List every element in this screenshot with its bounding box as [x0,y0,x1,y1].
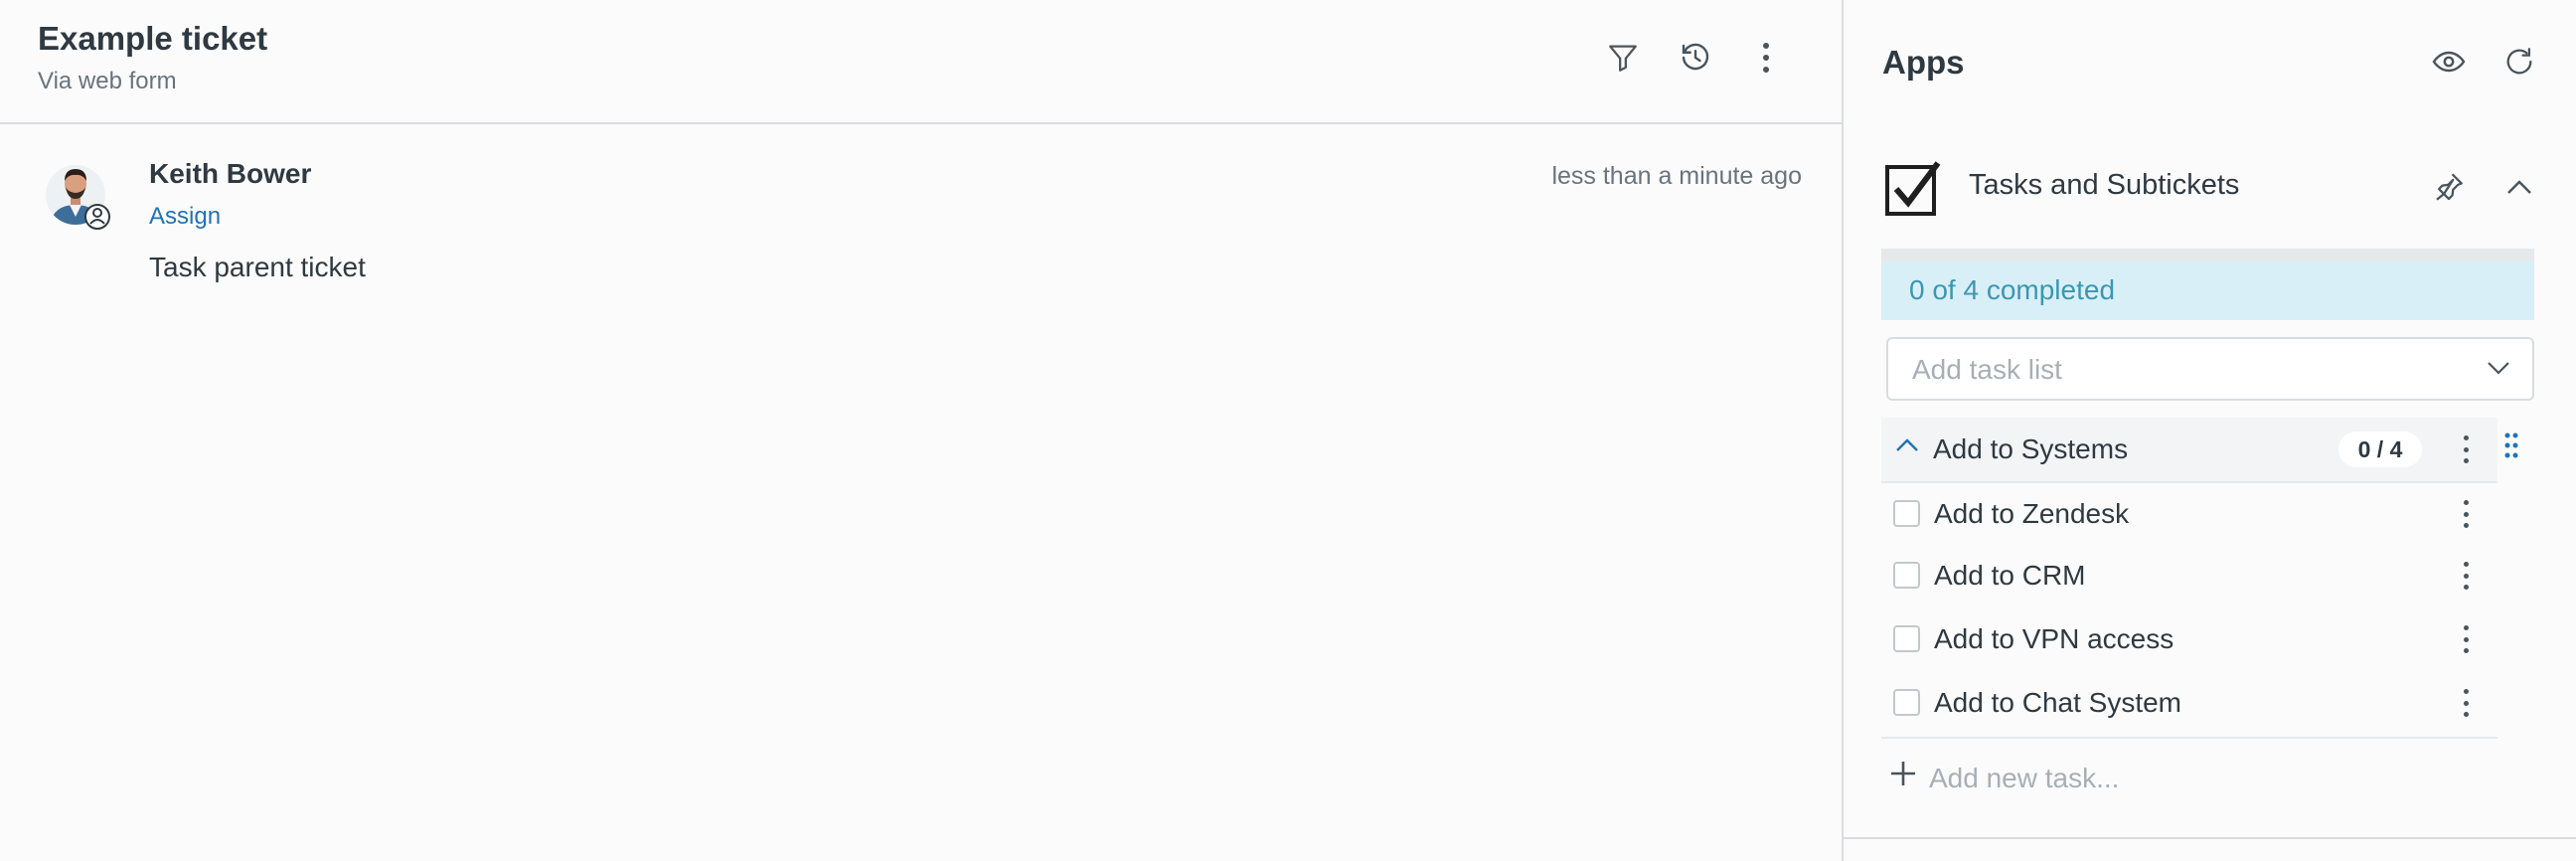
ticket-pane: Example ticket Via web form Keith Bower … [0,0,1842,861]
task-list-select[interactable]: Add task list [1886,337,2534,401]
comment-timestamp: less than a minute ago [1551,162,1802,190]
task-item: Add to Chat System [1881,679,2497,729]
task-label: Add to VPN access [1934,623,2174,654]
progress-bar: 0 of 4 completed [1881,249,2534,320]
ticket-channel: Via web form [38,68,177,94]
task-list-name: Add to Systems [1933,433,2129,464]
collapse-chevron-icon[interactable] [1895,437,1919,458]
tasks-app-header: Tasks and Subtickets [1844,149,2576,229]
plus-icon [1889,760,1917,792]
progress-text: 0 of 4 completed [1909,274,2116,305]
task-label: Add to Chat System [1934,687,2182,718]
task-label: Add to Zendesk [1934,498,2130,529]
chevron-up-icon[interactable] [2499,167,2539,207]
checkbox-logo-icon [1884,159,1942,217]
apps-title: Apps [1882,44,1965,81]
task-item: Add to VPN access [1881,615,2497,665]
comment-author: Keith Bower [149,158,312,189]
divider [1881,737,2497,739]
task-item: Add to CRM [1881,552,2497,602]
task-checkbox[interactable] [1893,562,1920,589]
progress-track [1881,249,2534,261]
task-more-icon[interactable] [2456,558,2476,594]
chevron-down-icon [2487,357,2510,384]
avatar [46,159,111,231]
task-checkbox[interactable] [1893,500,1920,527]
panel-bottom-border [1844,837,2576,839]
task-more-icon[interactable] [2456,496,2476,532]
filter-icon[interactable] [1603,38,1643,78]
ticket-title: Example ticket [38,20,268,57]
ticket-header: Example ticket Via web form [0,0,1842,124]
refresh-icon[interactable] [2499,42,2539,82]
task-item: Add to Zendesk [1881,490,2497,540]
more-icon[interactable] [1746,38,1786,78]
task-checkbox[interactable] [1893,625,1920,652]
assign-link[interactable]: Assign [149,203,221,231]
task-label: Add to CRM [1934,560,2086,591]
task-more-icon[interactable] [2456,621,2476,657]
task-count-badge: 0 / 4 [2338,431,2422,467]
app-name: Tasks and Subtickets [1969,169,2240,201]
apps-panel: Apps Tasks and Subtickets 0 of 4 complet… [1844,0,2576,861]
eye-icon[interactable] [2429,42,2469,82]
comment-body: Task parent ticket [149,252,366,282]
task-more-icon[interactable] [2456,685,2476,721]
pin-icon[interactable] [2429,167,2469,207]
history-icon[interactable] [1676,38,1715,78]
task-list-header[interactable]: Add to Systems 0 / 4 [1881,418,2497,483]
list-more-icon[interactable] [2456,431,2476,467]
add-task-input[interactable]: Add new task... [1881,756,2497,799]
drag-handle-icon[interactable] [2504,432,2518,458]
select-placeholder: Add task list [1912,354,2062,385]
add-task-placeholder: Add new task... [1929,763,2120,793]
task-checkbox[interactable] [1893,689,1920,716]
